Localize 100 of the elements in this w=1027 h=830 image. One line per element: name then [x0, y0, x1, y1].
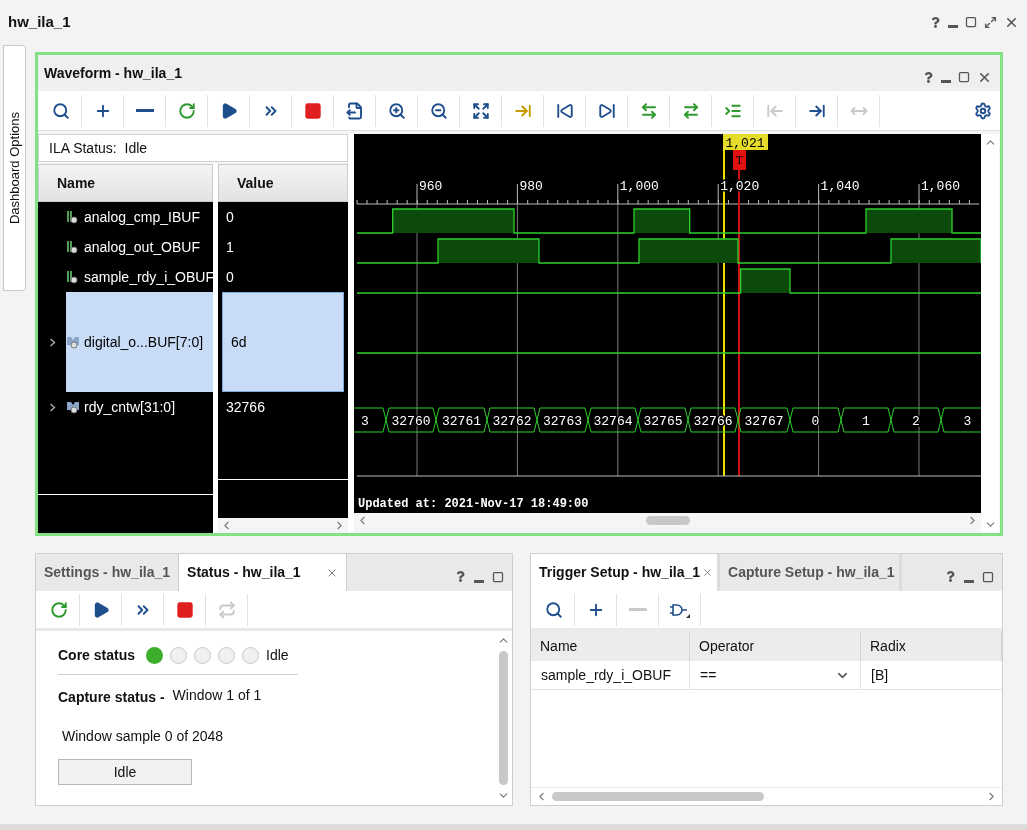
signal-name: analog_out_OBUF [84, 237, 200, 257]
updated-timestamp: Updated at: 2021-Nov-17 18:49:00 [358, 497, 589, 511]
bus-value: 32761 [442, 414, 481, 429]
bus-segment [435, 407, 488, 433]
column-header[interactable]: Name [531, 631, 690, 661]
maximize-icon[interactable] [982, 570, 994, 583]
search-icon [544, 600, 563, 619]
signal-name-row[interactable]: rdy_cntw[31:0] [38, 392, 213, 422]
bus-segment [940, 407, 981, 433]
column-header[interactable]: Value [218, 164, 348, 202]
cursor-label: 1,021 [723, 134, 768, 151]
signal-name-row[interactable]: analog_out_OBUF [38, 232, 213, 262]
signal-name: analog_cmp_IBUF [84, 207, 200, 227]
bus-value: 32767 [744, 414, 784, 429]
bit-signal-icon [66, 270, 80, 284]
side-tab[interactable]: Dashboard Options [3, 45, 26, 291]
tick-label: 980 [519, 179, 543, 194]
minimize-icon[interactable] [964, 579, 974, 583]
maximize-icon[interactable] [492, 570, 504, 583]
bus-value: 32762 [492, 414, 532, 429]
stop-icon [175, 600, 194, 619]
capture-status-label: Capture status - [58, 688, 165, 707]
bus-value: 3 [361, 414, 369, 429]
signal-value: 32766 [226, 397, 265, 417]
zoom-in-icon [387, 101, 406, 120]
core-status-text: Idle [266, 646, 289, 665]
window-sample-text: Window sample 0 of 2048 [62, 727, 224, 746]
scrollbar-thumb[interactable] [552, 792, 764, 801]
maximize-icon[interactable] [965, 16, 977, 28]
bus-signal-icon [66, 400, 80, 414]
bus-segment [737, 407, 791, 433]
scrollbar-thumb[interactable] [645, 516, 690, 525]
capture-status-text: Window 1 of 1 [172, 686, 262, 705]
tick-label: 1,000 [619, 179, 659, 194]
signal-name: rdy_cntw[31:0] [84, 397, 176, 417]
window-title: hw_ila_1 [8, 11, 71, 32]
bus-value: 32763 [543, 414, 582, 429]
maximize-icon[interactable] [958, 71, 970, 83]
bus-segment [789, 407, 842, 433]
column-header[interactable]: Name [38, 164, 213, 202]
refresh-icon [49, 600, 68, 619]
core-status-label: Core status [58, 646, 136, 665]
ila-status-field: ILA Status: Idle [38, 134, 348, 162]
bus-value: 3 [963, 414, 972, 429]
trigger-marker: T [733, 150, 746, 170]
settings-icon[interactable] [974, 101, 992, 120]
help-icon[interactable] [945, 571, 956, 582]
bit-signal-icon [66, 210, 80, 224]
bus-segment [840, 407, 892, 433]
panel-tab[interactable]: Trigger Setup - hw_ila_1 [531, 554, 721, 591]
refresh-icon [177, 101, 196, 120]
bus-value: 32760 [391, 414, 431, 429]
expand-caret-icon[interactable] [47, 402, 57, 412]
stop-icon [303, 101, 322, 120]
bus-value: 2 [912, 414, 920, 429]
bus-signal-icon [66, 335, 80, 349]
tick-label: 1,040 [820, 179, 860, 194]
tick-label: 1,060 [921, 179, 960, 194]
signal-name: sample_rdy_i_OBUF [84, 267, 213, 287]
signal-value: 6d [231, 332, 247, 352]
bit-signal-icon [66, 240, 80, 254]
bus-segment [536, 407, 589, 433]
signal-name-row[interactable]: analog_cmp_IBUF [38, 202, 213, 232]
table-cell: sample_rdy_i_OBUF [531, 661, 690, 689]
table-cell-text: [B] [870, 665, 890, 685]
bus-segment [637, 407, 689, 433]
swap-arrows-icon [681, 101, 700, 120]
signal-name: digital_o...BUF[7:0] [84, 332, 204, 352]
signal-name-row[interactable]: sample_rdy_i_OBUF [38, 262, 213, 292]
search-icon [51, 101, 70, 120]
operator-dropdown[interactable]: == [690, 661, 861, 689]
signal-value: 0 [226, 267, 234, 287]
swap-arrows-icon [639, 101, 658, 120]
zoom-out-icon [429, 101, 448, 120]
signal-value: 1 [226, 237, 234, 257]
skip-back-icon [555, 101, 574, 120]
panel-tab[interactable]: Status - hw_ila_1 [179, 554, 348, 591]
panel-title: Waveform - hw_ila_1 [44, 63, 182, 83]
export-icon [345, 101, 364, 120]
idle-button[interactable]: Idle [58, 759, 192, 785]
cursor-line[interactable] [723, 149, 725, 477]
column-header[interactable]: Operator [690, 631, 861, 661]
signal-value: 0 [226, 207, 234, 227]
scrollbar-thumb[interactable] [498, 651, 508, 785]
minus-icon [135, 109, 154, 112]
skip-forward-icon [597, 101, 616, 120]
help-icon[interactable] [455, 571, 466, 582]
close-icon[interactable] [702, 567, 714, 578]
float-icon[interactable] [984, 15, 997, 29]
column-header[interactable]: Radix [861, 631, 1002, 661]
expand-caret-icon[interactable] [47, 337, 57, 347]
bus-value: 32764 [593, 414, 633, 429]
swap-squares-icon [217, 600, 236, 619]
help-icon[interactable] [930, 16, 941, 28]
minus-icon [628, 608, 647, 611]
bus-segment [587, 407, 639, 433]
fit-icon [471, 101, 490, 120]
help-icon[interactable] [923, 71, 934, 83]
minimize-icon[interactable] [474, 579, 484, 583]
bus-value: 0 [811, 414, 820, 429]
